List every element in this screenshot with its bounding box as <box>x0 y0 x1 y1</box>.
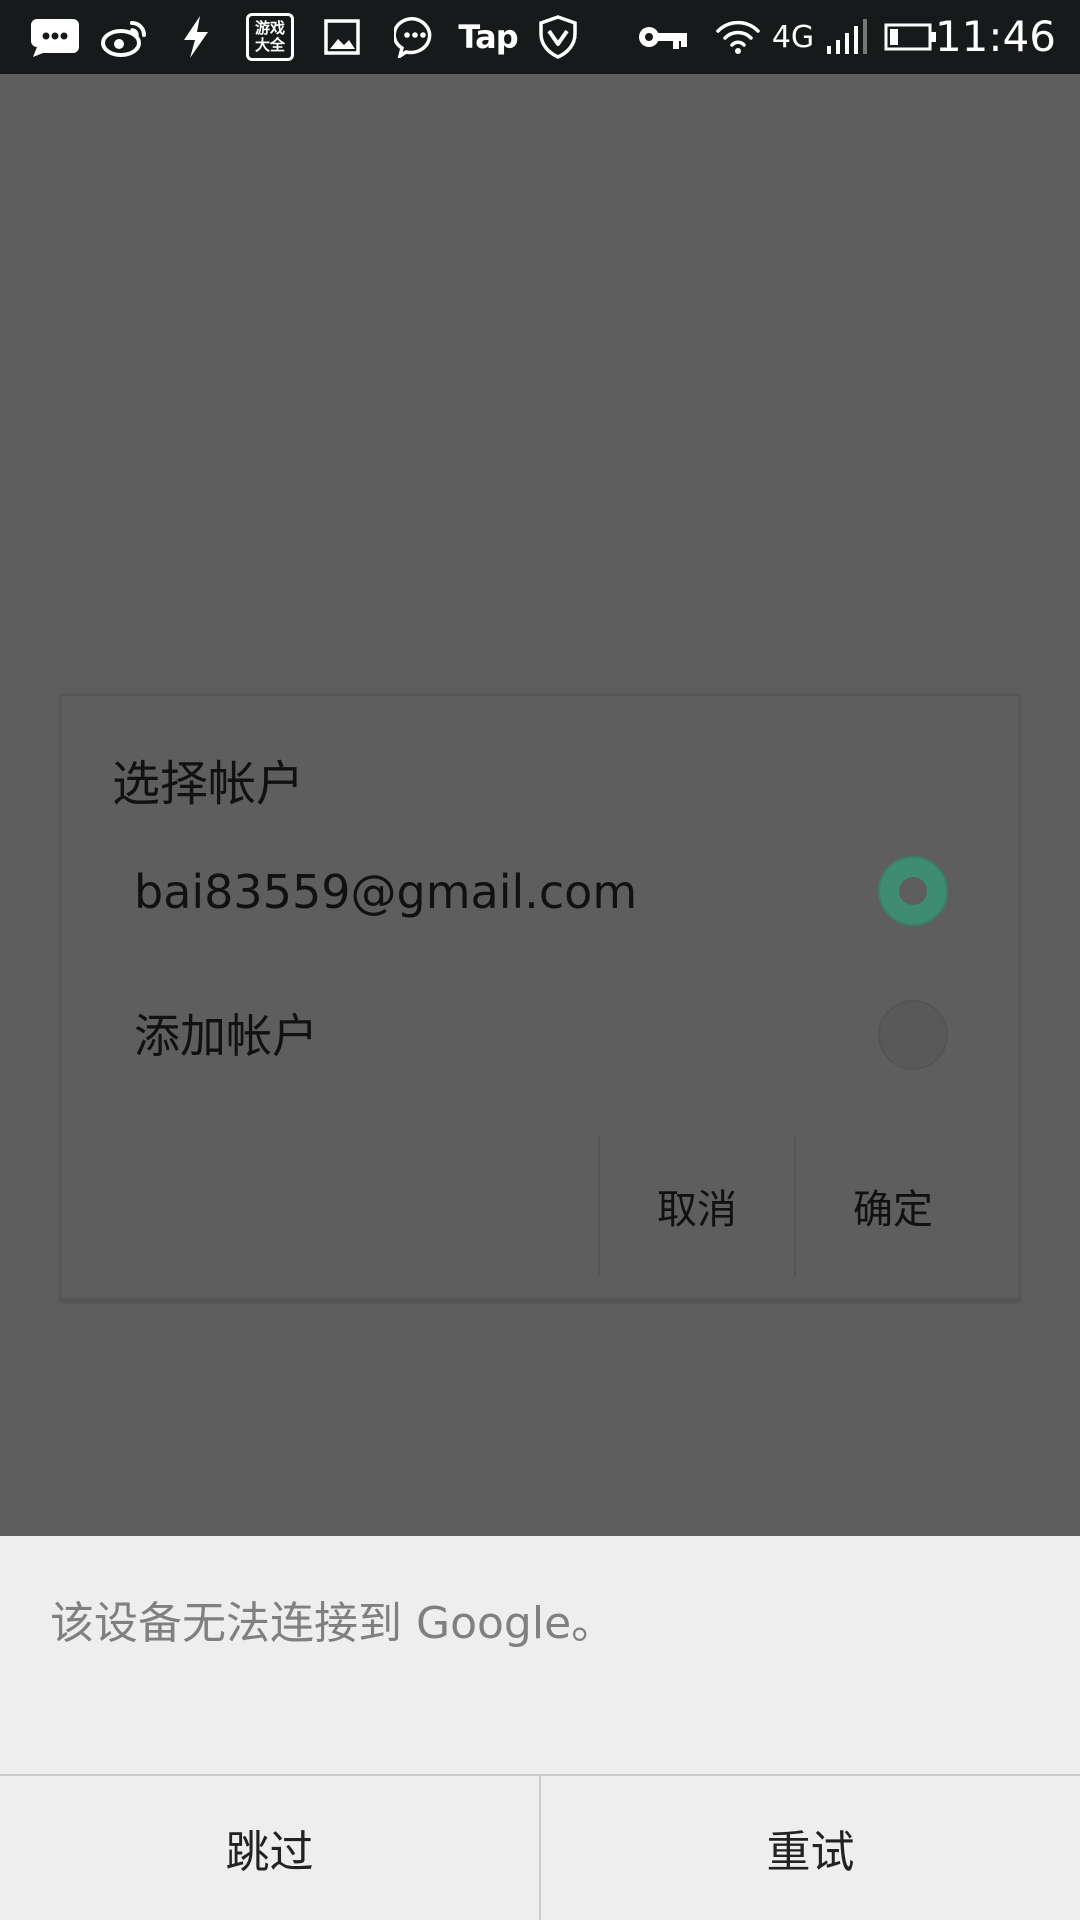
account-option-label: 添加帐户 <box>134 1009 318 1063</box>
tap-label: Tap <box>458 18 518 56</box>
shield-icon <box>534 12 582 62</box>
account-option-gmail[interactable]: bai83559@gmail.com <box>62 832 1018 952</box>
confirm-button[interactable]: 确定 <box>796 1136 990 1276</box>
error-message: 该设备无法连接到 Google。 <box>50 1598 616 1649</box>
choose-account-dialog: 选择帐户 bai83559@gmail.com 添加帐户 取消 确定 <box>60 694 1020 1300</box>
clock: 11:46 <box>934 12 1056 61</box>
network-label: 4G <box>771 19 815 55</box>
signal-icon <box>824 12 870 62</box>
dialog-title: 选择帐户 <box>112 756 305 812</box>
radio-button-unselected[interactable] <box>878 1000 948 1070</box>
wifi-icon <box>714 12 762 62</box>
dialog-actions: 取消 确定 <box>62 1136 1018 1276</box>
weibo-icon <box>98 12 152 62</box>
account-option-add[interactable]: 添加帐户 <box>62 976 1018 1096</box>
skip-button[interactable]: 跳过 <box>0 1776 539 1920</box>
radio-button-selected[interactable] <box>878 856 948 926</box>
connection-error-sheet: 该设备无法连接到 Google。 跳过 重试 <box>0 1536 1080 1920</box>
cancel-button[interactable]: 取消 <box>600 1136 794 1276</box>
network-type-label: 4G <box>770 12 816 62</box>
vpn-key-icon <box>636 12 690 62</box>
game-label-line1: 游戏 <box>254 19 285 37</box>
status-bar: 游戏 大全 Tap 4G 11:46 <box>0 0 1080 74</box>
game-center-icon: 游戏 大全 <box>244 12 296 62</box>
chat-icon <box>392 12 438 62</box>
message-bubble-icon <box>28 12 82 62</box>
battery-icon <box>884 12 938 62</box>
account-option-label: bai83559@gmail.com <box>134 865 638 919</box>
screen: 游戏 大全 Tap 4G 11:46 选择帐户 bai83559@gmail.c… <box>0 0 1080 1920</box>
gallery-icon <box>322 12 362 62</box>
taptap-icon: Tap <box>458 12 518 62</box>
game-label-line2: 大全 <box>254 36 285 54</box>
lightning-icon <box>176 12 216 62</box>
retry-button[interactable]: 重试 <box>541 1776 1080 1920</box>
